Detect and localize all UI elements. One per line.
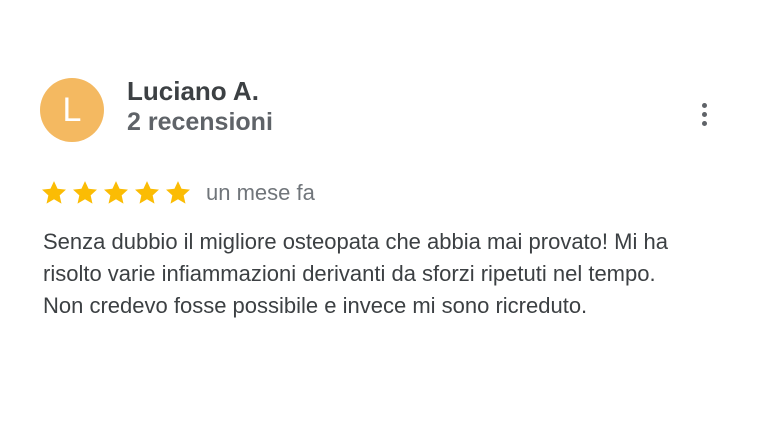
review-text-line: risolto varie infiammazioni derivanti da… bbox=[43, 261, 656, 286]
star-rating: un mese fa bbox=[40, 178, 315, 208]
reviewer-name[interactable]: Luciano A. bbox=[127, 76, 259, 107]
star-icon bbox=[104, 181, 128, 204]
reviewer-review-count[interactable]: 2 recensioni bbox=[127, 108, 273, 137]
more-options-button[interactable] bbox=[690, 96, 718, 132]
review-date: un mese fa bbox=[206, 180, 315, 205]
review-text: Senza dubbio il migliore osteopata che a… bbox=[43, 226, 743, 322]
star-icon bbox=[42, 181, 66, 204]
more-vert-icon bbox=[701, 102, 707, 108]
star-icon bbox=[73, 181, 97, 204]
review-text-line: Senza dubbio il migliore osteopata che a… bbox=[43, 229, 668, 254]
review-card: L Luciano A. 2 recensioni un mese fa Sen… bbox=[0, 0, 768, 433]
review-text-line: Non credevo fosse possibile e invece mi … bbox=[43, 293, 588, 318]
more-vert-icon-dot bbox=[701, 111, 707, 117]
more-vert-icon-dot bbox=[701, 120, 707, 126]
avatar[interactable]: L bbox=[40, 78, 104, 142]
star-icon bbox=[135, 181, 159, 204]
star-icon bbox=[166, 181, 190, 204]
